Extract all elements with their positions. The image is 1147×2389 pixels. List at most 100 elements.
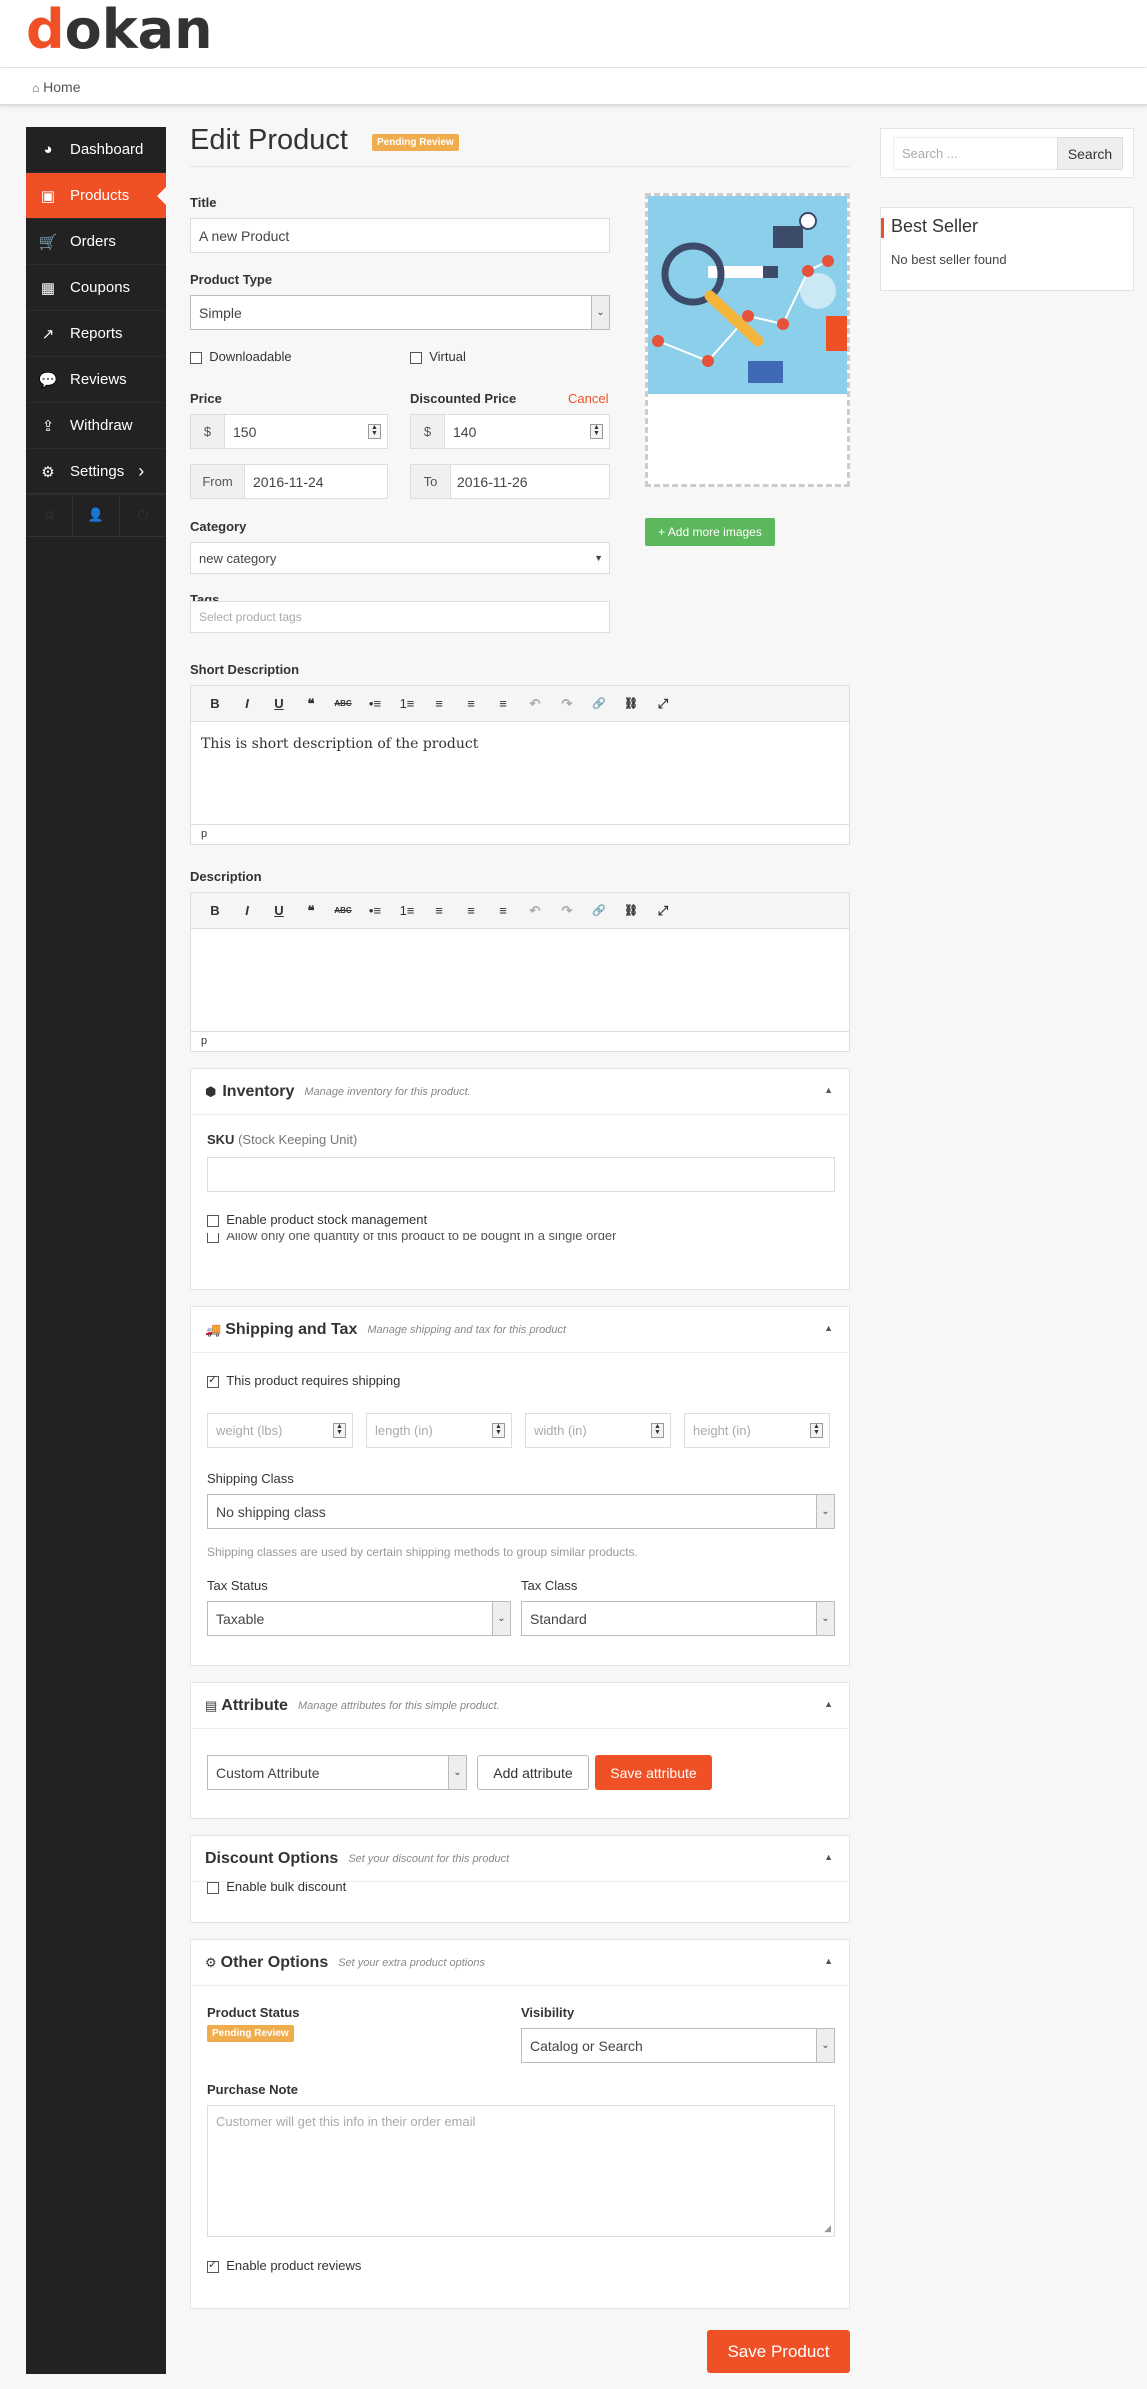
add-attribute-button[interactable]: Add attribute <box>477 1755 589 1790</box>
sidebar-item-reviews[interactable]: 💬 Reviews <box>26 357 166 403</box>
title-input[interactable]: A new Product <box>190 218 610 253</box>
price-input[interactable]: $150 ▲ ▼ <box>190 414 388 449</box>
spinner-icon[interactable]: ▲ ▼ <box>492 1423 505 1438</box>
downloadable-checkbox[interactable] <box>190 351 202 364</box>
user-icon[interactable]: 👤 <box>73 494 120 536</box>
unlink-button[interactable]: ⛓ <box>615 904 647 917</box>
cancel-discount-link[interactable]: Cancel <box>568 391 608 406</box>
align-center-button[interactable]: ≡ <box>455 696 487 711</box>
bullet-list-button[interactable]: •≡ <box>359 696 391 711</box>
underline-button[interactable]: U <box>263 903 295 918</box>
downloadable-option[interactable]: Downloadable <box>190 349 292 364</box>
sidebar-item-products[interactable]: ▣ Products <box>26 173 166 219</box>
sidebar-item-coupons[interactable]: ▦ Coupons <box>26 265 166 311</box>
redo-button[interactable]: ↷ <box>551 903 583 919</box>
italic-button[interactable]: I <box>231 696 263 711</box>
underline-button[interactable]: U <box>263 696 295 711</box>
sku-input[interactable] <box>207 1157 835 1192</box>
tax-status-select[interactable]: Taxable ⌄ <box>207 1601 511 1636</box>
product-type-select[interactable]: Simple ⌄ <box>190 295 610 330</box>
fullscreen-button[interactable]: ⤢ <box>647 696 679 712</box>
description-content[interactable] <box>191 929 849 1031</box>
numbered-list-button[interactable]: 1≡ <box>391 696 423 711</box>
save-product-button[interactable]: Save Product <box>707 2330 850 2373</box>
unlink-button[interactable]: ⛓ <box>615 697 647 710</box>
align-left-button[interactable]: ≡ <box>423 903 455 918</box>
shipping-class-select[interactable]: No shipping class ⌄ <box>207 1494 835 1529</box>
search-button[interactable]: Search <box>1057 137 1123 170</box>
power-icon[interactable]: ⏻ <box>120 494 166 536</box>
undo-button[interactable]: ↶ <box>519 903 551 919</box>
stock-management-option[interactable]: Enable product stock management <box>207 1212 427 1227</box>
align-center-button[interactable]: ≡ <box>455 903 487 918</box>
sold-individually-checkbox[interactable] <box>207 1233 219 1243</box>
sale-to-date[interactable]: To 2016-11-26 <box>410 464 610 499</box>
add-more-images-button[interactable]: + Add more images <box>645 518 775 546</box>
height-input[interactable]: height (in) ▲ ▼ <box>684 1413 830 1448</box>
blockquote-button[interactable]: ❝ <box>295 696 327 712</box>
collapse-icon[interactable]: ▲ <box>824 1699 833 1709</box>
discount-header[interactable]: Discount Options Set your discount for th… <box>191 1836 849 1882</box>
weight-input[interactable]: weight (lbs) ▲ ▼ <box>207 1413 353 1448</box>
category-select[interactable]: new category ▼ <box>190 542 610 574</box>
description-editor[interactable]: B I U ❝ ABC •≡ 1≡ ≡ ≡ ≡ ↶ ↷ 🔗 ⛓ ⤢ p <box>190 892 850 1052</box>
requires-shipping-checkbox[interactable] <box>207 1373 219 1388</box>
enable-reviews-option[interactable]: Enable product reviews <box>207 2258 361 2273</box>
breadcrumb[interactable]: ⌂ Home <box>32 79 81 95</box>
virtual-option[interactable]: Virtual <box>410 349 466 364</box>
requires-shipping-option[interactable]: This product requires shipping <box>207 1373 400 1388</box>
visibility-select[interactable]: Catalog or Search ⌄ <box>521 2028 835 2063</box>
attribute-type-select[interactable]: Custom Attribute ⌄ <box>207 1755 467 1790</box>
align-right-button[interactable]: ≡ <box>487 696 519 711</box>
bold-button[interactable]: B <box>199 696 231 711</box>
tags-input[interactable]: Select product tags <box>190 601 610 633</box>
sidebar-item-settings[interactable]: ⚙ Settings › <box>26 449 166 495</box>
fullscreen-button[interactable]: ⤢ <box>647 903 679 919</box>
shipping-header[interactable]: 🚚 Shipping and Tax Manage shipping and tax… <box>191 1307 849 1353</box>
italic-button[interactable]: I <box>231 903 263 918</box>
length-input[interactable]: length (in) ▲ ▼ <box>366 1413 512 1448</box>
collapse-icon[interactable]: ▲ <box>824 1323 833 1333</box>
spinner-icon[interactable]: ▲ ▼ <box>590 424 603 439</box>
search-input[interactable]: Search ... <box>893 137 1059 170</box>
virtual-checkbox[interactable] <box>410 351 422 364</box>
collapse-icon[interactable]: ▲ <box>824 1085 833 1095</box>
numbered-list-button[interactable]: 1≡ <box>391 903 423 918</box>
bold-button[interactable]: B <box>199 903 231 918</box>
save-attribute-button[interactable]: Save attribute <box>595 1755 712 1790</box>
spinner-icon[interactable]: ▲ ▼ <box>810 1423 823 1438</box>
tax-class-select[interactable]: Standard ⌄ <box>521 1601 835 1636</box>
spinner-icon[interactable]: ▲ ▼ <box>651 1423 664 1438</box>
external-link-icon[interactable]: ⧉ <box>26 494 73 536</box>
bulk-discount-option[interactable]: Enable bulk discount <box>207 1882 346 1904</box>
resize-handle-icon[interactable]: ◢ <box>824 2223 831 2234</box>
link-button[interactable]: 🔗 <box>583 697 615 710</box>
link-button[interactable]: 🔗 <box>583 904 615 917</box>
short-description-editor[interactable]: B I U ❝ ABC •≡ 1≡ ≡ ≡ ≡ ↶ ↷ 🔗 ⛓ ⤢ This i… <box>190 685 850 845</box>
align-left-button[interactable]: ≡ <box>423 696 455 711</box>
stock-management-checkbox[interactable] <box>207 1214 219 1227</box>
align-right-button[interactable]: ≡ <box>487 903 519 918</box>
collapse-icon[interactable]: ▲ <box>824 1852 833 1862</box>
sidebar-item-withdraw[interactable]: ⇪ Withdraw <box>26 403 166 449</box>
redo-button[interactable]: ↷ <box>551 696 583 712</box>
product-image-box[interactable] <box>645 193 850 487</box>
width-input[interactable]: width (in) ▲ ▼ <box>525 1413 671 1448</box>
sold-individually-option[interactable]: Allow only one quantity of this product … <box>207 1233 616 1243</box>
bullet-list-button[interactable]: •≡ <box>359 903 391 918</box>
other-options-header[interactable]: ⚙ Other Options Set your extra product opt… <box>191 1940 849 1986</box>
bulk-discount-checkbox[interactable] <box>207 1882 219 1894</box>
inventory-header[interactable]: ⬢ Inventory Manage inventory for this prod… <box>191 1069 849 1115</box>
attribute-header[interactable]: ▤ Attribute Manage attributes for this sim… <box>191 1683 849 1729</box>
enable-reviews-checkbox[interactable] <box>207 2258 219 2273</box>
undo-button[interactable]: ↶ <box>519 696 551 712</box>
collapse-icon[interactable]: ▲ <box>824 1956 833 1966</box>
sidebar-item-reports[interactable]: ↗ Reports <box>26 311 166 357</box>
blockquote-button[interactable]: ❝ <box>295 903 327 919</box>
short-description-content[interactable]: This is short description of the product <box>191 722 849 824</box>
strikethrough-button[interactable]: ABC <box>327 699 359 708</box>
spinner-icon[interactable]: ▲ ▼ <box>368 424 381 439</box>
sidebar-item-orders[interactable]: 🛒 Orders <box>26 219 166 265</box>
spinner-icon[interactable]: ▲ ▼ <box>333 1423 346 1438</box>
purchase-note-textarea[interactable]: Customer will get this info in their ord… <box>207 2105 835 2237</box>
